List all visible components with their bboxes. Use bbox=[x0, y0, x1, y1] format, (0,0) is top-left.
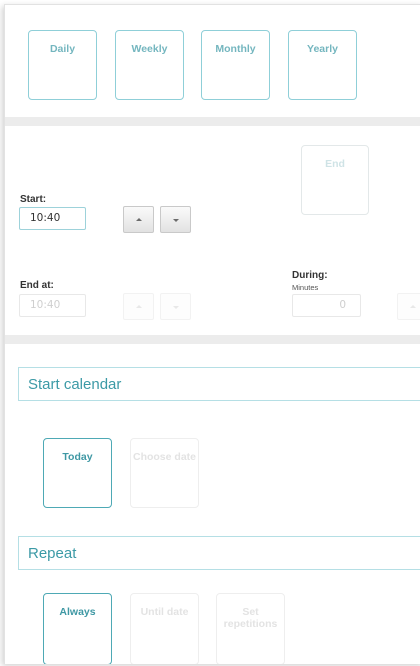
repeat-set-repetitions-button[interactable]: Set repetitions bbox=[216, 593, 285, 664]
during-unit-label: Minutes bbox=[292, 283, 319, 292]
start-time-input[interactable]: 10:40 bbox=[19, 207, 86, 230]
repeat-always-button[interactable]: Always bbox=[43, 593, 112, 664]
during-label: During: bbox=[292, 270, 328, 281]
end-at-label: End at: bbox=[20, 280, 54, 291]
start-label: Start: bbox=[20, 194, 47, 205]
end-tile-button[interactable]: End bbox=[301, 145, 369, 215]
chevron-up-icon bbox=[136, 218, 142, 221]
during-minutes-input[interactable]: 0 bbox=[292, 294, 361, 317]
frequency-yearly-button[interactable]: Yearly bbox=[288, 30, 357, 100]
chevron-down-icon bbox=[173, 306, 179, 309]
chevron-up-icon bbox=[410, 305, 416, 308]
section-divider bbox=[5, 117, 420, 126]
start-time-down-button[interactable] bbox=[160, 206, 191, 233]
chevron-up-icon bbox=[136, 305, 142, 308]
repeat-until-date-button[interactable]: Until date bbox=[130, 593, 199, 664]
section-divider bbox=[5, 335, 420, 344]
start-choose-date-button[interactable]: Choose date bbox=[130, 438, 199, 508]
repeat-header: Repeat bbox=[18, 536, 420, 570]
end-at-input[interactable]: 10:40 bbox=[19, 294, 86, 317]
end-at-down-button[interactable] bbox=[160, 293, 191, 320]
frequency-weekly-button[interactable]: Weekly bbox=[115, 30, 184, 100]
start-today-button[interactable]: Today bbox=[43, 438, 112, 508]
start-time-up-button[interactable] bbox=[123, 206, 154, 233]
recurrence-panel: Daily Weekly Monthly Yearly End Start: 1… bbox=[4, 4, 420, 664]
start-calendar-header: Start calendar bbox=[18, 367, 420, 401]
during-up-button[interactable] bbox=[397, 293, 420, 320]
chevron-down-icon bbox=[173, 219, 179, 222]
frequency-monthly-button[interactable]: Monthly bbox=[201, 30, 270, 100]
end-at-up-button[interactable] bbox=[123, 293, 154, 320]
frequency-daily-button[interactable]: Daily bbox=[28, 30, 97, 100]
